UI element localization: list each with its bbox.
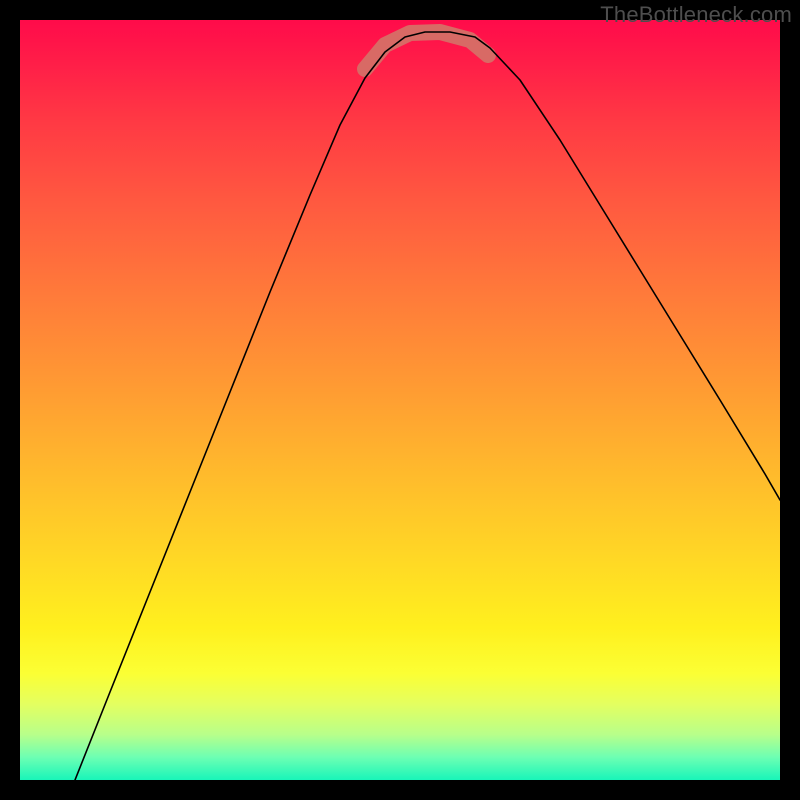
chart-frame: TheBottleneck.com [0,0,800,800]
watermark-text: TheBottleneck.com [600,2,792,28]
curve-layer [20,20,780,780]
bottleneck-curve [75,32,780,780]
valley-bump [365,32,488,69]
plot-area [20,20,780,780]
